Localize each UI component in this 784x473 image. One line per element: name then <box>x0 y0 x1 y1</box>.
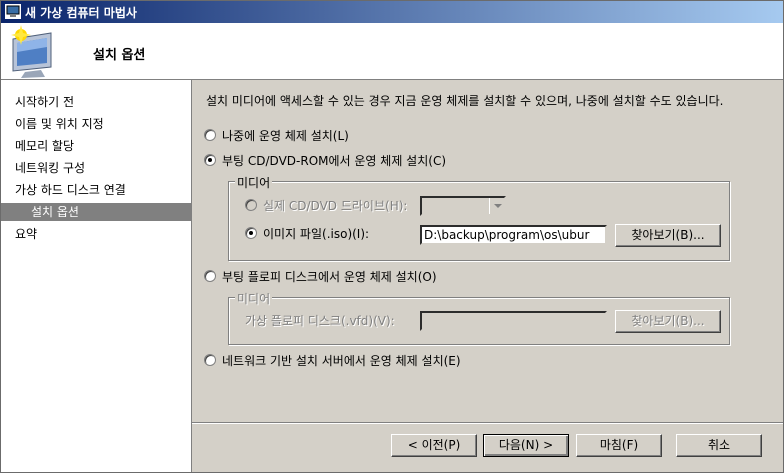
title-bar[interactable]: 새 가상 컴퓨터 마법사 <box>1 1 783 23</box>
cancel-button[interactable]: 취소 <box>676 434 762 457</box>
physical-drive-label: 실제 CD/DVD 드라이브(H): <box>263 199 408 213</box>
image-file-option[interactable]: 이미지 파일(.iso)(I): <box>245 225 369 243</box>
vfd-field-row: 가상 플로피 디스크(.vfd)(V): <box>245 312 395 330</box>
install-later-label: 나중에 운영 체제 설치(L) <box>222 129 349 143</box>
sidebar-item-installation-options[interactable]: 설치 옵션 <box>1 203 191 221</box>
wizard-steps-sidebar: 시작하기 전 이름 및 위치 지정 메모리 할당 네트워킹 구성 가상 하드 디… <box>1 80 192 472</box>
install-from-floppy-option[interactable]: 부팅 플로피 디스크에서 운영 체제 설치(O) <box>204 268 437 286</box>
hyperv-app-icon <box>5 4 21 19</box>
wizard-header: 설치 옵션 <box>1 23 783 80</box>
virtual-machine-wizard-icon <box>11 25 52 78</box>
chevron-down-icon <box>489 198 504 214</box>
physical-drive-radio <box>245 199 257 211</box>
image-file-label: 이미지 파일(.iso)(I): <box>263 227 370 241</box>
install-from-cd-label: 부팅 CD/DVD-ROM에서 운영 체제 설치(C) <box>222 154 447 168</box>
physical-drive-dropdown <box>420 196 506 216</box>
install-from-network-label: 네트워크 기반 설치 서버에서 운영 체제 설치(E) <box>222 354 461 368</box>
footer-divider <box>192 422 783 424</box>
cd-media-legend: 미디어 <box>235 174 273 191</box>
install-from-floppy-label: 부팅 플로피 디스크에서 운영 체제 설치(O) <box>222 270 437 284</box>
sidebar-item-name-location[interactable]: 이름 및 위치 지정 <box>1 115 191 133</box>
image-file-radio[interactable] <box>245 227 257 239</box>
install-later-radio[interactable] <box>204 129 216 141</box>
cd-media-group: 미디어 실제 CD/DVD 드라이브(H): 이미지 파일(.iso)(I): … <box>228 174 730 261</box>
sidebar-item-summary[interactable]: 요약 <box>1 225 191 243</box>
instructions-text: 설치 미디어에 액세스할 수 있는 경우 지금 운영 체제를 설치할 수 있으며… <box>206 94 724 108</box>
sidebar-item-before-you-begin[interactable]: 시작하기 전 <box>1 93 191 111</box>
next-button[interactable]: 다음(N) > <box>483 434 569 457</box>
install-from-network-option[interactable]: 네트워크 기반 설치 서버에서 운영 체제 설치(E) <box>204 352 461 370</box>
window-title: 새 가상 컴퓨터 마법사 <box>25 6 137 20</box>
previous-button[interactable]: < 이전(P) <box>391 434 477 457</box>
main-content: 설치 미디어에 액세스할 수 있는 경우 지금 운영 체제를 설치할 수 있으며… <box>192 80 783 472</box>
physical-drive-option: 실제 CD/DVD 드라이브(H): <box>245 197 407 215</box>
wizard-window: 새 가상 컴퓨터 마법사 설치 옵션 시작하기 전 이름 및 위치 지정 메모리… <box>0 0 784 473</box>
browse-floppy-button: 찾아보기(B)... <box>615 310 721 333</box>
vfd-path-input <box>420 311 607 331</box>
floppy-media-group: 미디어 가상 플로피 디스크(.vfd)(V): 찾아보기(B)... <box>228 290 730 345</box>
sidebar-item-memory[interactable]: 메모리 할당 <box>1 137 191 155</box>
browse-image-button[interactable]: 찾아보기(B)... <box>615 224 721 247</box>
sidebar-item-virtual-hard-disk[interactable]: 가상 하드 디스크 연결 <box>1 181 191 199</box>
page-title: 설치 옵션 <box>93 48 146 63</box>
floppy-media-legend: 미디어 <box>235 290 273 307</box>
install-from-floppy-radio[interactable] <box>204 270 216 282</box>
image-file-path-input[interactable]: D:\backup\program\os\ubur <box>420 225 607 245</box>
install-from-network-radio[interactable] <box>204 354 216 366</box>
sidebar-item-networking[interactable]: 네트워킹 구성 <box>1 159 191 177</box>
vfd-label: 가상 플로피 디스크(.vfd)(V): <box>245 314 395 328</box>
finish-button[interactable]: 마침(F) <box>576 434 662 457</box>
install-later-option[interactable]: 나중에 운영 체제 설치(L) <box>204 127 349 145</box>
install-from-cd-radio[interactable] <box>204 154 216 166</box>
install-from-cd-option[interactable]: 부팅 CD/DVD-ROM에서 운영 체제 설치(C) <box>204 152 446 170</box>
